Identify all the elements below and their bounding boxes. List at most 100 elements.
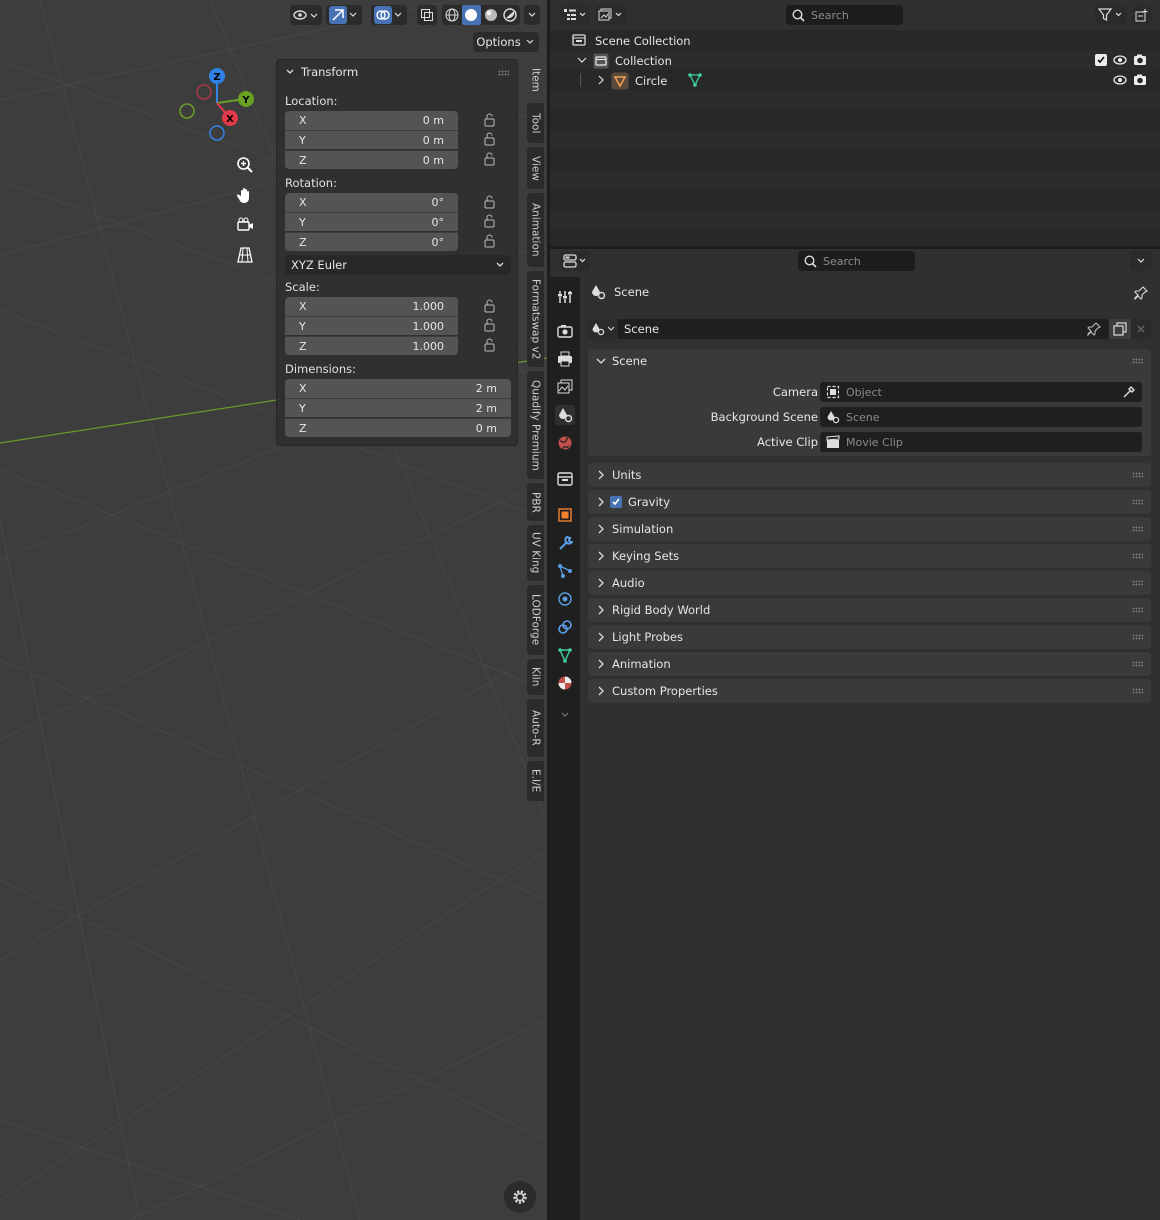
drag-grip-icon[interactable] [1132,607,1143,613]
drag-grip-icon[interactable] [1132,358,1143,364]
unlock-icon[interactable] [483,234,497,248]
scene-panel-header[interactable]: Scene [588,349,1151,373]
rotation-mode-dropdown[interactable]: XYZ Euler [285,255,511,275]
panel-keying-sets[interactable]: Keying Sets [588,544,1151,568]
wireframe-shading-button[interactable] [442,5,462,25]
scale-z-field[interactable]: Z 1.000 [285,336,458,355]
solid-shading-button[interactable] [461,5,481,25]
tab-auto-r[interactable]: Auto-R [527,699,544,757]
scale-y-field[interactable]: Y 1.000 [285,316,458,335]
properties-options-dropdown[interactable] [1130,251,1152,271]
scene-name-field[interactable]: Scene [618,319,1109,339]
chevron-down-icon[interactable] [577,55,587,65]
render-camera-icon[interactable] [1133,53,1147,67]
options-dropdown[interactable]: Options [473,32,539,52]
drag-grip-icon[interactable] [1132,634,1143,640]
drag-grip-icon[interactable] [1132,472,1143,478]
unlock-icon[interactable] [483,338,497,352]
camera-field[interactable]: Object [820,382,1142,402]
rotation-x-field[interactable]: X 0° [285,193,458,212]
tab-pbr[interactable]: PBR [527,483,544,521]
tab-kiln[interactable]: Kiln [527,659,544,695]
tab-object[interactable] [555,505,575,525]
viewport-settings-button[interactable] [504,1181,536,1213]
tab-tool-settings[interactable] [555,287,575,307]
visibility-selectability-dropdown[interactable] [290,5,322,25]
transform-panel-header[interactable]: Transform [285,65,358,79]
tab-tool[interactable]: Tool [527,103,544,143]
zoom-button[interactable] [231,151,258,178]
unlock-icon[interactable] [483,152,497,166]
camera-view-button[interactable] [231,211,258,238]
overlays-toggle[interactable] [371,5,407,25]
tab-collection[interactable] [555,469,575,489]
gizmo-neg-x[interactable] [196,84,212,100]
gizmo-neg-y[interactable] [179,103,195,119]
unlock-icon[interactable] [483,299,497,313]
panel-audio[interactable]: Audio [588,571,1151,595]
outliner-row-collection[interactable]: Collection [550,50,1160,70]
chevron-right-icon[interactable] [596,75,606,85]
eye-icon[interactable] [1113,53,1127,67]
panel-rigid-body-world[interactable]: Rigid Body World [588,598,1151,622]
outliner-row-scene-collection[interactable]: Scene Collection [550,30,1160,50]
tab-view[interactable]: View [527,147,544,189]
drag-grip-icon[interactable] [1132,661,1143,667]
eyedropper-icon[interactable] [1122,385,1136,399]
outliner-row-circle[interactable]: Circle [550,70,1160,90]
tab-physics[interactable] [555,589,575,609]
panel-simulation[interactable]: Simulation [588,517,1151,541]
pin-icon[interactable] [1134,286,1148,300]
tab-quadify-premium[interactable]: Quadify Premium [527,371,544,479]
drag-grip-icon[interactable] [1132,499,1143,505]
tab-modifiers[interactable] [555,533,575,553]
viewport-3d[interactable]: Options Z Y X Transform Location: X0 m Y… [0,0,547,1220]
location-z-field[interactable]: Z 0 m [285,150,458,169]
tab-scene[interactable] [555,405,575,425]
display-mode-dropdown[interactable] [595,5,627,25]
fake-user-pin-icon[interactable] [1087,322,1101,336]
tab-animation[interactable]: Animation [527,193,544,267]
tab-render[interactable] [555,321,575,341]
dimensions-z-field[interactable]: Z 0 m [285,418,511,437]
drag-grip-icon[interactable] [1132,688,1143,694]
rotation-z-field[interactable]: Z 0° [285,232,458,251]
background-scene-field[interactable]: Scene [820,407,1142,427]
panel-gravity[interactable]: Gravity [588,490,1151,514]
gizmo-toggle[interactable] [326,5,362,25]
unlock-icon[interactable] [483,318,497,332]
tab-world[interactable] [555,433,575,453]
rotation-y-field[interactable]: Y 0° [285,212,458,231]
editor-type-dropdown[interactable] [560,251,590,271]
render-camera-icon[interactable] [1133,73,1147,87]
mesh-data-icon[interactable] [687,72,703,88]
rendered-shading-button[interactable] [501,5,521,25]
new-collection-button[interactable] [1132,5,1152,25]
pan-button[interactable] [231,181,258,208]
more-tabs-chevron[interactable] [555,705,575,725]
location-y-field[interactable]: Y 0 m [285,130,458,149]
material-shading-button[interactable] [481,5,501,25]
tab-uv-king[interactable]: UV King [527,525,544,581]
panel-units[interactable]: Units [588,463,1151,487]
drag-grip-icon[interactable] [1132,580,1143,586]
editor-type-dropdown[interactable] [560,5,590,25]
tab-formatswap[interactable]: Formatswap v2 [527,271,544,367]
tab-lodforge[interactable]: LODForge [527,585,544,655]
filter-dropdown[interactable] [1095,5,1127,25]
tab-e-i-e[interactable]: E.I/E [527,761,544,801]
unlock-icon[interactable] [483,214,497,228]
unlock-icon[interactable] [483,113,497,127]
properties-search-input[interactable]: Search [798,251,915,271]
tab-view-layer[interactable] [555,377,575,397]
tab-item[interactable]: Item [527,61,544,99]
tab-material[interactable] [555,673,575,693]
navigation-gizmo[interactable]: Z Y X [175,65,260,145]
panel-animation[interactable]: Animation [588,652,1151,676]
exclude-checkbox[interactable] [1095,54,1107,66]
drag-grip-icon[interactable] [1132,526,1143,532]
tab-object-data[interactable] [555,645,575,665]
panel-light-probes[interactable]: Light Probes [588,625,1151,649]
drag-grip-icon[interactable] [498,70,509,76]
gizmo-neg-z[interactable] [209,125,225,141]
